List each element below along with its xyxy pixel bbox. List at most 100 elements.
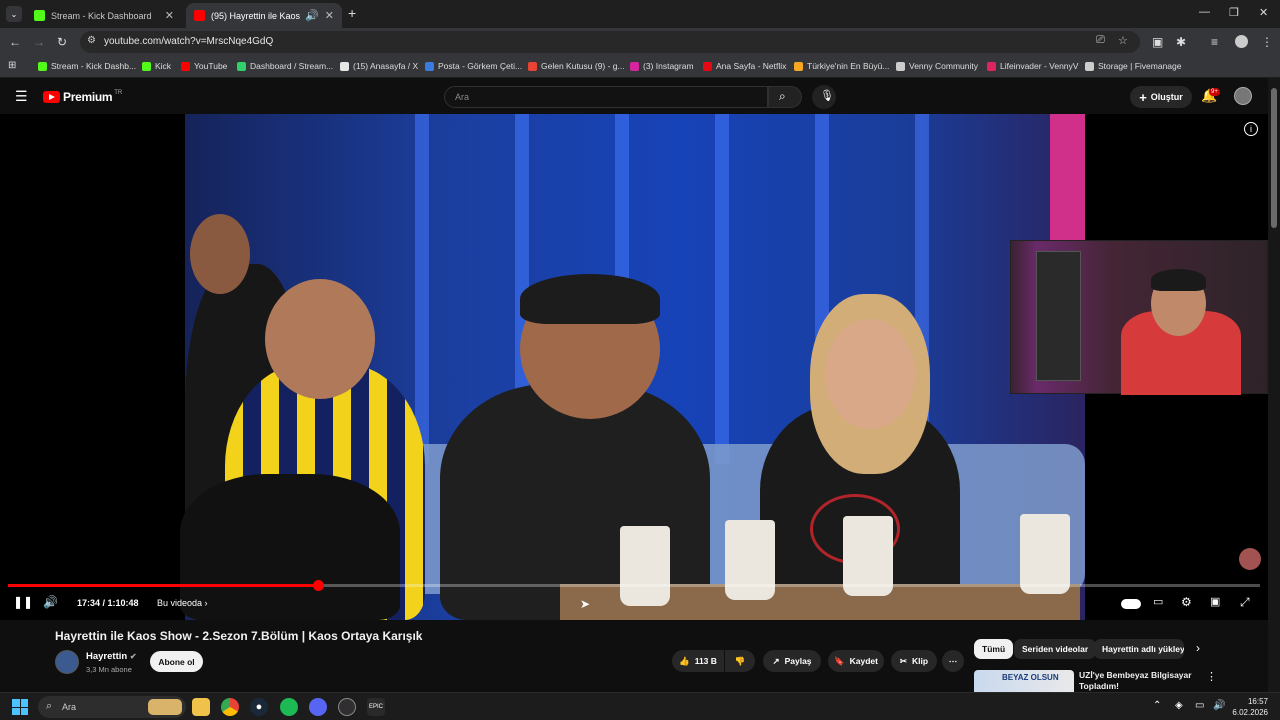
minimize-icon[interactable]: —	[1199, 6, 1210, 18]
miniplayer-icon[interactable]: ▣	[1210, 595, 1220, 608]
thumbnail-text: BEYAZ OLSUN	[1002, 673, 1059, 682]
progress-bar[interactable]	[8, 580, 1260, 591]
close-icon[interactable]: ✕	[165, 9, 174, 22]
maximize-icon[interactable]: ❐	[1229, 6, 1239, 19]
tab-youtube-video[interactable]: (95) Hayrettin ile Kaos Show 🔊 ✕	[186, 3, 342, 28]
bookmark-kick-dashboard[interactable]: Stream - Kick Dashb...	[38, 61, 136, 71]
audio-icon[interactable]: 🔊	[305, 9, 319, 22]
file-explorer-icon[interactable]	[192, 698, 210, 716]
progress-fill	[8, 584, 319, 587]
bookmark-kick[interactable]: Kick	[142, 61, 171, 71]
account-avatar[interactable]	[1234, 87, 1252, 105]
voice-search-button[interactable]: 🎙	[812, 85, 836, 109]
search-button[interactable]: ⌕	[768, 86, 802, 108]
create-button[interactable]: + Oluştur	[1130, 86, 1192, 108]
recommended-title[interactable]: UZİ'ye Bembeyaz Bilgisayar Topladım! @uz…	[1079, 670, 1199, 692]
like-button[interactable]: 👍 113 B	[672, 650, 724, 672]
subtitles-icon[interactable]: ▭	[1153, 595, 1163, 608]
pause-icon[interactable]: ❚❚	[13, 595, 33, 609]
menu-kebab-icon[interactable]: ⋮	[1261, 35, 1273, 49]
fullscreen-icon[interactable]: ⤢	[1240, 595, 1250, 610]
windows-start-icon[interactable]	[12, 699, 28, 715]
save-button[interactable]: 🔖 Kaydet	[828, 650, 884, 672]
bookmark-star-icon[interactable]: ☆	[1118, 34, 1128, 47]
url-text[interactable]: youtube.com/watch?v=MrscNqe4GdQ	[104, 36, 273, 47]
autoplay-toggle[interactable]	[1121, 599, 1141, 609]
bookmark-youtube[interactable]: YouTube	[181, 61, 227, 71]
close-window-icon[interactable]: ✕	[1259, 6, 1268, 19]
chip-all[interactable]: Tümü	[974, 639, 1014, 659]
taskbar-clock[interactable]: 16:57 6.02.2026	[1230, 696, 1268, 718]
apps-grid-icon[interactable]: ⊞	[8, 60, 16, 71]
page-scrollbar[interactable]	[1268, 78, 1280, 692]
share-button[interactable]: ↗ Paylaş	[763, 650, 821, 672]
chrome-icon[interactable]	[221, 698, 239, 716]
dislike-button[interactable]: 👎	[725, 650, 755, 672]
epic-games-icon[interactable]: EPIC	[367, 698, 385, 716]
obs-icon[interactable]	[338, 698, 356, 716]
search-icon: ⌕	[46, 700, 53, 712]
time-text: 16:57	[1247, 697, 1268, 706]
chip-series[interactable]: Seriden videolar	[1014, 639, 1097, 659]
bookmark-venny[interactable]: Venny Community	[896, 61, 978, 71]
taskbar-search-input[interactable]: ⌕ Ara	[38, 696, 186, 718]
bookmark-dashboard-stream[interactable]: Dashboard / Stream...	[237, 61, 333, 71]
spotify-icon[interactable]	[280, 698, 298, 716]
recommended-thumbnail[interactable]: BEYAZ OLSUN	[974, 670, 1074, 692]
search-input[interactable]: Ara	[444, 86, 768, 108]
media-icon[interactable]: ≡	[1211, 35, 1218, 49]
scrollbar-thumb[interactable]	[1271, 88, 1277, 228]
bookmark-instagram[interactable]: (3) Instagram	[630, 61, 694, 71]
streamlabs-icon	[237, 61, 246, 71]
extension-icon[interactable]: ▣	[1152, 35, 1163, 49]
chapter-label: Bu videoda	[157, 598, 203, 608]
chip-uploader[interactable]: Hayrettin adlı yükleyi	[1094, 639, 1184, 659]
bookmark-x[interactable]: (15) Anasayfa / X	[340, 61, 418, 71]
tray-icon[interactable]: ◈	[1175, 700, 1183, 711]
tab-kick-dashboard[interactable]: Stream - Kick Dashboard ✕	[26, 3, 182, 28]
channel-watermark[interactable]	[1239, 548, 1261, 570]
bookmark-turkiye[interactable]: Türkiye'nin En Büyü...	[794, 61, 889, 71]
channel-avatar[interactable]	[55, 650, 79, 674]
new-tab-button[interactable]: +	[348, 5, 356, 21]
discord-icon[interactable]	[309, 698, 327, 716]
share-label: Paylaş	[784, 656, 812, 666]
settings-gear-icon[interactable]: ⚙	[1181, 595, 1192, 609]
cup	[725, 520, 775, 600]
info-icon[interactable]: i	[1244, 122, 1258, 136]
bookmark-fivemanage[interactable]: Storage | Fivemanage	[1085, 61, 1181, 71]
close-icon[interactable]: ✕	[325, 9, 334, 22]
puzzle-icon[interactable]: ✱	[1176, 35, 1186, 49]
channel-name[interactable]: Hayrettin ✔	[86, 651, 137, 662]
install-app-icon[interactable]: ⎚	[1096, 34, 1105, 47]
youtube-logo[interactable]: Premium TR	[43, 90, 122, 104]
subscribe-button[interactable]: Abone ol	[150, 651, 203, 672]
steam-icon[interactable]: ●	[250, 698, 268, 716]
reload-icon[interactable]: ↻	[57, 35, 67, 49]
omnibox[interactable]: ⚙ youtube.com/watch?v=MrscNqe4GdQ ⎚ ☆	[80, 31, 1140, 53]
search-highlight-image	[148, 699, 182, 715]
back-icon[interactable]: ←	[9, 35, 21, 49]
instagram-icon	[630, 61, 639, 71]
profile-icon[interactable]	[1235, 35, 1248, 48]
chevron-right-icon[interactable]: ›	[1196, 641, 1200, 655]
chevron-up-icon[interactable]: ⌃	[1153, 700, 1161, 711]
network-icon[interactable]: ▭	[1195, 700, 1204, 711]
tab-search-icon[interactable]: ⌄	[6, 6, 22, 22]
bookmark-gmail[interactable]: Gelen Kutusu (9) - g...	[528, 61, 625, 71]
volume-icon[interactable]: 🔊	[1213, 700, 1225, 711]
bookmark-lifeinvader[interactable]: Lifeinvader - VennyV	[987, 61, 1078, 71]
bookmark-netflix[interactable]: Ana Sayfa - Netflix	[703, 61, 786, 71]
hamburger-menu-icon[interactable]: ☰	[15, 88, 28, 105]
clip-button[interactable]: ✂ Klip	[891, 650, 937, 672]
site-info-icon[interactable]: ⚙	[87, 35, 96, 46]
video-player[interactable]: i ❚❚ 🔊 17:34 / 1:10:48 Bu videoda › ▭ ⚙ …	[0, 114, 1268, 620]
volume-icon[interactable]: 🔊	[43, 595, 58, 609]
bookmark-outlook[interactable]: Posta - Görkem Çeti...	[425, 61, 522, 71]
more-actions-button[interactable]: ⋯	[942, 650, 964, 672]
scissors-icon: ✂	[899, 655, 908, 666]
youtube-header: ☰ Premium TR Ara ⌕ 🎙 + Oluştur 🔔 9+	[0, 78, 1280, 114]
chapter-button[interactable]: Bu videoda ›	[157, 598, 208, 608]
forward-icon[interactable]: →	[33, 35, 45, 49]
more-vert-icon[interactable]: ⋮	[1206, 670, 1217, 683]
